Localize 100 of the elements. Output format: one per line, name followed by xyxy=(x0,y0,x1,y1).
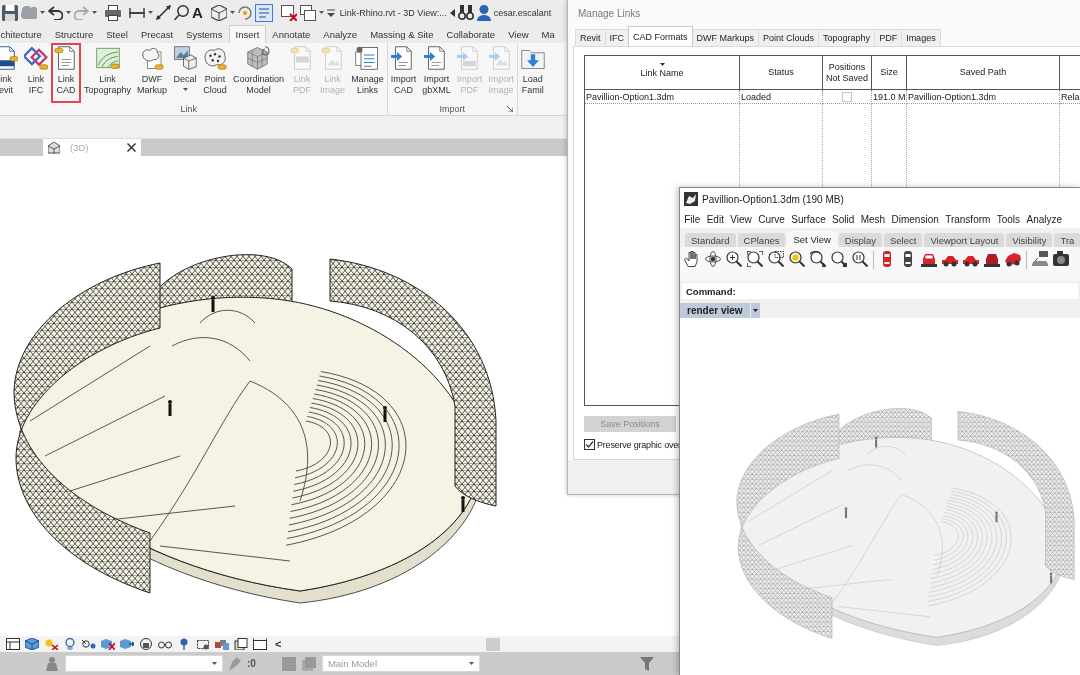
orbit-icon[interactable] xyxy=(705,251,721,267)
hand-icon[interactable] xyxy=(684,251,700,267)
viewport-tab[interactable]: render view xyxy=(680,303,750,318)
undo-icon[interactable] xyxy=(48,5,63,20)
caret-icon[interactable] xyxy=(40,11,45,14)
column-header[interactable]: Size xyxy=(872,56,907,90)
ribbon-button[interactable]: Import gbXML xyxy=(419,43,454,103)
car-perspective-icon[interactable] xyxy=(1005,251,1021,267)
dialog-tab[interactable]: Topography xyxy=(818,29,876,46)
save-icon[interactable] xyxy=(2,4,18,21)
close-icon[interactable] xyxy=(127,143,136,152)
menu-item[interactable]: Analyze xyxy=(1023,213,1066,225)
column-header[interactable]: Saved Path xyxy=(907,56,1060,90)
window-cross-icon[interactable] xyxy=(280,4,297,21)
zoom-extents-icon[interactable] xyxy=(747,251,763,267)
menu-item[interactable]: Tools xyxy=(993,213,1024,225)
menu-item[interactable]: Edit xyxy=(703,213,728,225)
toolbar-tab[interactable]: Select xyxy=(883,233,923,247)
cube-icon[interactable] xyxy=(210,4,227,21)
ribbon-button[interactable]: Coordination Model xyxy=(230,43,288,103)
user-icon[interactable] xyxy=(476,4,491,21)
caret-icon[interactable] xyxy=(212,662,217,665)
frame-icon[interactable] xyxy=(6,638,20,650)
checkbox[interactable] xyxy=(584,439,595,450)
cube-cross-icon[interactable] xyxy=(101,638,115,650)
column-header[interactable]: Link Name xyxy=(585,56,740,90)
ribbon-button[interactable]: Load Famil xyxy=(517,43,548,103)
zoom-actual-icon[interactable] xyxy=(852,251,868,267)
ribbon-tab[interactable]: View xyxy=(501,25,536,43)
caret-left-icon[interactable] xyxy=(449,8,455,17)
caret-icon[interactable] xyxy=(92,11,97,14)
caret-icon[interactable] xyxy=(318,11,324,14)
menu-item[interactable]: View xyxy=(727,213,755,225)
ring-icon[interactable] xyxy=(237,5,252,20)
binoculars-icon[interactable] xyxy=(457,5,474,20)
ribbon-button[interactable]: Link Topography xyxy=(81,43,135,103)
menu-item[interactable]: Surface xyxy=(788,213,829,225)
ribbon-tab[interactable]: Precast xyxy=(134,25,180,43)
camera-car-icon[interactable] xyxy=(1032,251,1048,267)
toolbar-tab[interactable]: Display xyxy=(838,233,882,247)
customize-caret-icon[interactable] xyxy=(326,8,335,17)
ring-dot-icon[interactable] xyxy=(82,638,96,650)
menu-item[interactable]: Solid xyxy=(828,213,858,225)
cube-icon[interactable] xyxy=(25,638,39,650)
text-tool-button[interactable]: A xyxy=(192,4,203,21)
menu-item[interactable]: Transform xyxy=(941,213,994,225)
zoom-target-icon[interactable] xyxy=(831,251,847,267)
caret-icon[interactable] xyxy=(229,11,235,14)
zoom-selected-icon[interactable] xyxy=(789,251,805,267)
toolbar-tab[interactable]: Viewport Layout xyxy=(924,233,1005,247)
magnifier-icon[interactable] xyxy=(174,5,189,20)
ribbon-button[interactable]: Import CAD xyxy=(387,43,420,103)
car-back-icon[interactable] xyxy=(984,251,1000,267)
crop-box-icon[interactable] xyxy=(196,638,210,650)
ribbon-tab[interactable]: Massing & Site xyxy=(363,25,441,43)
column-header[interactable]: Positions Not Saved xyxy=(823,56,872,90)
ribbon-button[interactable]: Manage Links xyxy=(348,43,387,103)
menu-item[interactable]: Curve xyxy=(755,213,789,225)
caret-icon[interactable] xyxy=(66,11,71,14)
menu-item[interactable]: File xyxy=(681,213,704,225)
menu-item[interactable]: Mesh xyxy=(857,213,889,225)
menu-item[interactable]: Dimension xyxy=(888,213,942,225)
ribbon-button[interactable]: Link CAD xyxy=(51,43,81,103)
scroll-thumb[interactable] xyxy=(486,637,501,651)
collapse-arrow[interactable]: < xyxy=(275,638,282,650)
car-front-icon[interactable] xyxy=(921,251,937,267)
dialog-tab[interactable]: PDF xyxy=(874,29,903,46)
two-circles-icon[interactable] xyxy=(158,638,172,650)
user-name[interactable]: cesar.escalant xyxy=(493,7,552,18)
frame-icon[interactable] xyxy=(253,638,267,650)
dialog-tab[interactable]: DWF Markups xyxy=(691,29,760,46)
ribbon-tab[interactable]: Structure xyxy=(48,25,100,43)
thin-lines-icon[interactable] xyxy=(254,3,273,22)
ribbon-tab[interactable]: Systems xyxy=(179,25,230,43)
caret-icon[interactable] xyxy=(182,88,188,91)
dialog-tab[interactable]: Point Clouds xyxy=(758,29,820,46)
ribbon-button[interactable]: Point Cloud xyxy=(200,43,231,103)
toolbar-tab[interactable]: Standard xyxy=(685,233,736,247)
ribbon-button[interactable]: ink evit xyxy=(0,43,21,103)
cubes-icon[interactable] xyxy=(215,638,229,650)
dialog-tab[interactable]: CAD Formats xyxy=(628,26,693,46)
toolbar-tab[interactable]: CPlanes xyxy=(737,233,786,247)
ribbon-tab[interactable]: Annotate xyxy=(265,25,317,43)
ribbon-tab[interactable]: Steel xyxy=(99,25,135,43)
caret-icon[interactable] xyxy=(468,662,474,665)
printer-icon[interactable] xyxy=(105,4,121,21)
column-header[interactable]: Status xyxy=(740,56,823,90)
ribbon-tab[interactable]: Collaborate xyxy=(440,25,502,43)
ribbon-tab[interactable]: Analyze xyxy=(316,25,364,43)
dialog-launcher-icon[interactable] xyxy=(506,106,513,112)
dialog-tab[interactable]: Revit xyxy=(575,29,606,46)
filter-icon[interactable] xyxy=(640,656,654,671)
dialog-tab[interactable]: Images xyxy=(901,29,941,46)
ribbon-button[interactable]: DWF Markup xyxy=(134,43,171,103)
ribbon-button[interactable]: Link IFC xyxy=(21,43,51,103)
zoom-in-icon[interactable] xyxy=(726,251,742,267)
caret-icon[interactable] xyxy=(148,11,153,14)
measure-icon[interactable] xyxy=(129,7,145,18)
ribbon-tab[interactable]: Insert xyxy=(229,25,266,43)
windows-icon[interactable] xyxy=(299,4,316,21)
